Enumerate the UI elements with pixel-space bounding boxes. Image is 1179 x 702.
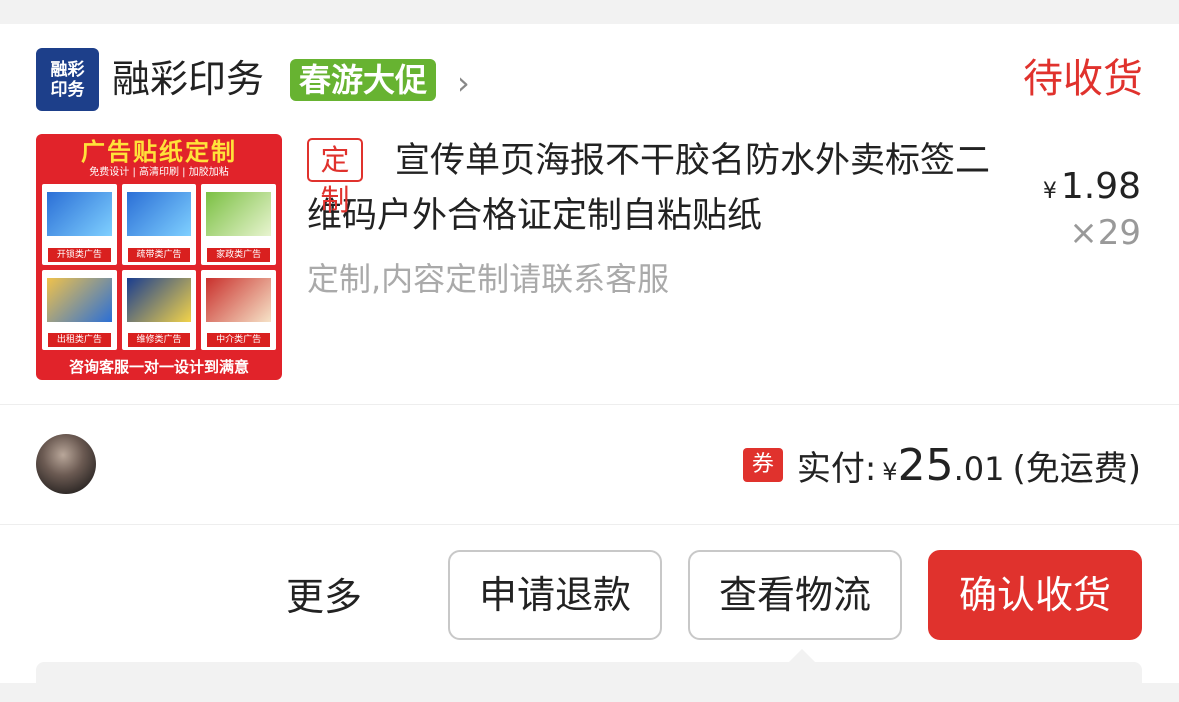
confirm-receipt-button[interactable]: 确认收货 xyxy=(928,550,1142,640)
thumbnail-subtitle: 免费设计 | 高清印刷 | 加胶加粘 xyxy=(89,167,229,178)
coupon-icon[interactable]: 券 xyxy=(742,448,783,482)
chevron-right-icon[interactable]: › xyxy=(457,63,470,103)
order-card: 融彩 印务 融彩印务 春游大促 › 待收货 广告贴纸定制 免费设计 | 高清印刷… xyxy=(0,24,1179,702)
paid-label: 实付: xyxy=(796,449,877,489)
refund-button[interactable]: 申请退款 xyxy=(448,550,662,640)
thumbnail-cell: 开锁类广告 xyxy=(42,184,117,265)
paid-amount-decimal: .01 xyxy=(953,450,1005,488)
order-status: 待收货 xyxy=(1023,56,1143,102)
promo-badge[interactable]: 春游大促 xyxy=(290,59,437,101)
logistics-tooltip xyxy=(36,662,1142,702)
custom-tag: 定制 xyxy=(307,138,363,217)
thumbnail-cell: 疏带类广告 xyxy=(121,184,197,265)
unit-price-value: 1.98 xyxy=(1060,166,1141,207)
paid-currency: ¥ xyxy=(882,458,898,486)
divider xyxy=(0,404,1179,405)
more-button[interactable]: 更多 xyxy=(286,572,362,622)
shop-logo[interactable]: 融彩 印务 xyxy=(36,48,99,111)
product-thumbnail[interactable]: 广告贴纸定制 免费设计 | 高清印刷 | 加胶加粘 开锁类广告 疏带类广告 家政… xyxy=(36,134,282,380)
thumbnail-title: 广告贴纸定制 xyxy=(81,138,237,166)
paid-amount-integer: 25 xyxy=(897,440,954,491)
product-title[interactable]: 宣传单页海报不干胶名防水外卖标签二维码户外合格证定制自粘贴纸 xyxy=(307,134,997,244)
tooltip-arrow xyxy=(788,649,816,663)
shipping-note: (免运费) xyxy=(1012,449,1141,489)
view-logistics-button[interactable]: 查看物流 xyxy=(688,550,902,640)
product-spec: 定制,内容定制请联系客服 xyxy=(307,260,670,298)
shop-logo-text: 融彩 印务 xyxy=(50,59,85,100)
thumbnail-footer: 咨询客服一对一设计到满意 xyxy=(68,358,249,376)
unit-price: ¥1.98 xyxy=(1043,164,1141,215)
shop-name[interactable]: 融彩印务 xyxy=(112,54,264,104)
thumbnail-cell: 维修类广告 xyxy=(121,269,197,350)
thumbnail-cell: 出租类广告 xyxy=(42,269,117,350)
avatar[interactable] xyxy=(36,434,96,494)
thumbnail-cell: 中介类广告 xyxy=(201,269,276,350)
quantity: ×29 xyxy=(1069,213,1141,253)
divider xyxy=(0,524,1179,525)
currency-symbol: ¥ xyxy=(1042,179,1057,204)
thumbnail-grid: 开锁类广告 疏带类广告 家政类广告 出租类广告 维修类广告 中介类广告 xyxy=(42,184,276,350)
thumbnail-cell: 家政类广告 xyxy=(201,184,276,265)
payment-summary: 券 实付: ¥ 25 .01 (免运费) xyxy=(742,440,1141,491)
